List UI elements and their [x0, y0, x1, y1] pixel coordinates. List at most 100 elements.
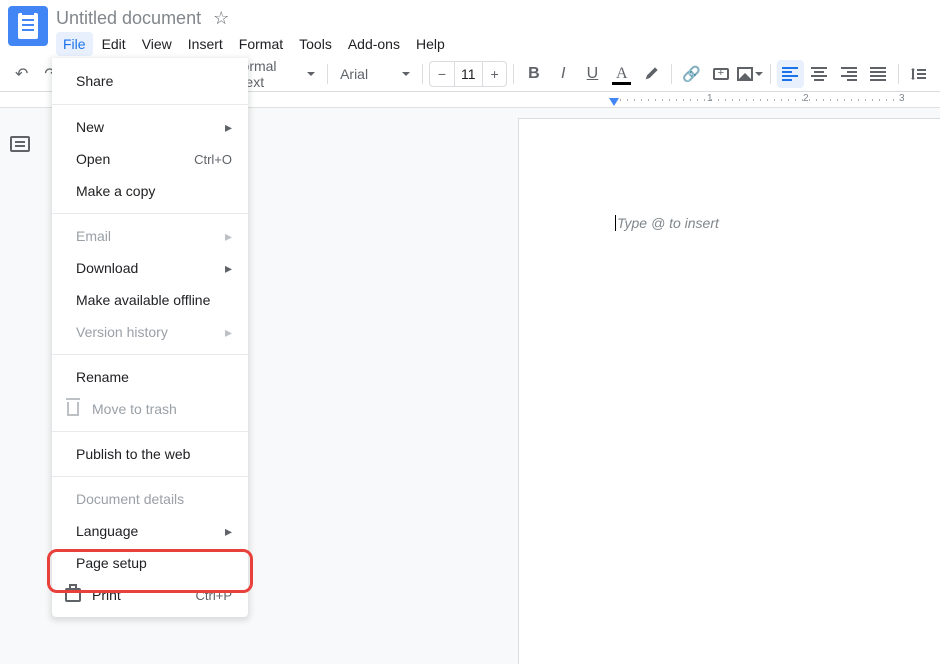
line-spacing-button[interactable] — [905, 60, 932, 88]
insert-image-button[interactable] — [736, 60, 763, 88]
menu-separator — [52, 431, 248, 432]
header: Untitled document ☆ File Edit View Inser… — [0, 0, 940, 56]
highlight-button[interactable] — [637, 60, 664, 88]
docs-logo-icon — [18, 13, 38, 39]
menu-item-label: Print — [92, 587, 121, 603]
trash-icon — [64, 402, 82, 416]
menu-item-download[interactable]: Download ▸ — [52, 252, 248, 284]
toolbar-separator — [898, 64, 899, 84]
bold-button[interactable]: B — [520, 60, 547, 88]
menu-item-version-history: Version history ▸ — [52, 316, 248, 348]
align-right-icon — [841, 67, 857, 81]
toolbar-separator — [422, 64, 423, 84]
menu-insert[interactable]: Insert — [181, 32, 230, 56]
menu-item-label: Document details — [76, 491, 184, 507]
menu-item-label: Language — [76, 523, 138, 539]
menu-separator — [52, 354, 248, 355]
print-icon — [64, 588, 82, 602]
menu-item-document-details: Document details — [52, 483, 248, 515]
menu-item-make-copy[interactable]: Make a copy — [52, 175, 248, 207]
document-title[interactable]: Untitled document — [56, 8, 201, 29]
menu-tools[interactable]: Tools — [292, 32, 339, 56]
menu-item-email: Email ▸ — [52, 220, 248, 252]
menu-help[interactable]: Help — [409, 32, 452, 56]
submenu-arrow-icon: ▸ — [225, 119, 232, 136]
chevron-down-icon — [402, 72, 410, 76]
toolbar-separator — [671, 64, 672, 84]
menu-item-label: Version history — [76, 324, 168, 340]
menu-item-label: Share — [76, 73, 113, 89]
ruler-first-line-indent-marker[interactable] — [609, 98, 619, 106]
ruler-label: 3 — [899, 93, 905, 104]
ruler-label: 2 — [803, 93, 809, 104]
menu-item-label: Publish to the web — [76, 446, 190, 462]
align-center-button[interactable] — [806, 60, 833, 88]
menu-separator — [52, 213, 248, 214]
menu-edit[interactable]: Edit — [95, 32, 133, 56]
toolbar-separator — [513, 64, 514, 84]
menu-item-shortcut: Ctrl+O — [194, 152, 232, 167]
text-color-button[interactable]: A — [608, 60, 635, 88]
menu-format[interactable]: Format — [232, 32, 290, 56]
menu-separator — [52, 476, 248, 477]
menu-item-label: Page setup — [76, 555, 147, 571]
menu-item-label: New — [76, 119, 104, 135]
menu-item-open[interactable]: Open Ctrl+O — [52, 143, 248, 175]
menu-item-label: Make a copy — [76, 183, 155, 199]
submenu-arrow-icon: ▸ — [225, 260, 232, 277]
menu-file[interactable]: File — [56, 32, 93, 56]
file-dropdown: Share New ▸ Open Ctrl+O Make a copy Emai… — [52, 58, 248, 617]
undo-button[interactable]: ↶ — [8, 60, 35, 88]
menu-item-label: Move to trash — [92, 401, 177, 417]
menu-item-available-offline[interactable]: Make available offline — [52, 284, 248, 316]
menu-item-shortcut: Ctrl+P — [196, 588, 232, 603]
ruler-label: 1 — [707, 93, 713, 104]
comment-icon — [713, 68, 729, 80]
menu-item-label: Download — [76, 260, 138, 276]
menu-item-rename[interactable]: Rename — [52, 361, 248, 393]
toolbar-separator — [327, 64, 328, 84]
align-left-icon — [782, 67, 798, 81]
font-size-value[interactable]: 11 — [454, 62, 483, 86]
line-spacing-icon — [910, 66, 926, 82]
menu-addons[interactable]: Add-ons — [341, 32, 407, 56]
paragraph-style-label: ormal text — [242, 58, 302, 90]
toolbar-separator — [770, 64, 771, 84]
editor-placeholder[interactable]: Type @ to insert — [615, 215, 719, 231]
submenu-arrow-icon: ▸ — [225, 324, 232, 341]
ruler-tickmarks — [620, 99, 920, 101]
left-rail — [0, 108, 40, 664]
menu-item-publish-web[interactable]: Publish to the web — [52, 438, 248, 470]
italic-button[interactable]: I — [550, 60, 577, 88]
menu-item-move-to-trash: Move to trash — [52, 393, 248, 425]
insert-link-button[interactable]: 🔗 — [678, 60, 705, 88]
align-right-button[interactable] — [835, 60, 862, 88]
font-size-decrease-button[interactable]: − — [430, 62, 453, 86]
underline-button[interactable]: U — [579, 60, 606, 88]
docs-logo[interactable] — [8, 6, 48, 46]
image-icon — [737, 67, 753, 81]
menu-item-label: Make available offline — [76, 292, 210, 308]
menu-item-label: Rename — [76, 369, 129, 385]
align-justify-icon — [870, 67, 886, 81]
insert-comment-button[interactable] — [707, 60, 734, 88]
menu-item-print[interactable]: Print Ctrl+P — [52, 579, 248, 611]
menu-item-new[interactable]: New ▸ — [52, 111, 248, 143]
menu-view[interactable]: View — [135, 32, 179, 56]
page[interactable]: Type @ to insert — [518, 118, 940, 664]
menu-item-label: Email — [76, 228, 111, 244]
font-size-increase-button[interactable]: + — [483, 62, 506, 86]
menu-item-share[interactable]: Share — [52, 64, 248, 98]
font-family-select[interactable]: Arial — [334, 66, 416, 82]
align-justify-button[interactable] — [864, 60, 891, 88]
menu-item-language[interactable]: Language ▸ — [52, 515, 248, 547]
submenu-arrow-icon: ▸ — [225, 523, 232, 540]
submenu-arrow-icon: ▸ — [225, 228, 232, 245]
paragraph-style-select[interactable]: ormal text — [236, 58, 322, 90]
align-left-button[interactable] — [777, 60, 804, 88]
menu-separator — [52, 104, 248, 105]
menu-item-page-setup[interactable]: Page setup — [52, 547, 248, 579]
star-icon[interactable]: ☆ — [213, 8, 229, 29]
document-outline-icon[interactable] — [10, 136, 30, 152]
menu-item-label: Open — [76, 151, 110, 167]
